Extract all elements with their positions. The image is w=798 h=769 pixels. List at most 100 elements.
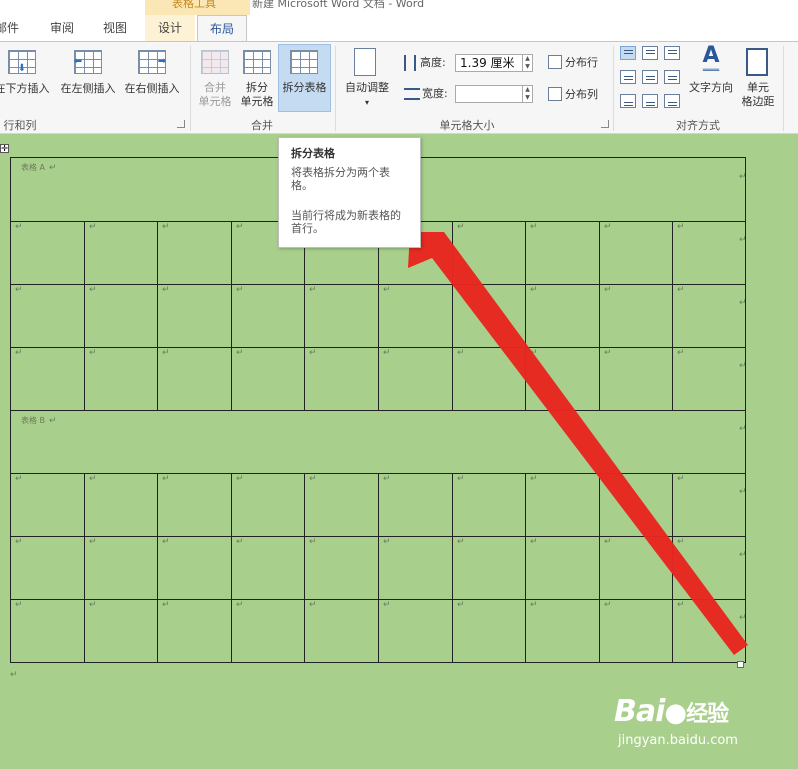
tab-layout[interactable]: 布局	[197, 15, 247, 41]
table-cell[interactable]: ↵	[304, 473, 379, 537]
table-move-handle-icon[interactable]: ✛	[0, 144, 9, 153]
cell-end-mark: ↵	[383, 474, 391, 484]
insert-left-button[interactable]: 在左侧插入	[56, 82, 120, 96]
table-cell[interactable]: ↵	[84, 347, 158, 411]
table-cell[interactable]: ↵	[84, 284, 158, 348]
table-cell[interactable]: ↵	[672, 536, 746, 600]
width-spinner[interactable]: ▲ ▼	[523, 85, 533, 103]
table-cell[interactable]: ↵	[672, 473, 746, 537]
table-cell[interactable]: ↵	[157, 536, 232, 600]
table-cell[interactable]: ↵	[304, 284, 379, 348]
align-bottom-center-icon[interactable]	[642, 94, 658, 108]
tab-mailings[interactable]: 邮件	[0, 15, 22, 41]
table-cell[interactable]: ↵	[378, 347, 453, 411]
table-cell[interactable]: ↵	[10, 221, 85, 285]
cell-end-mark: ↵	[236, 222, 244, 232]
align-middle-left-icon[interactable]	[620, 70, 636, 84]
table-resize-handle[interactable]	[737, 661, 744, 668]
table-cell[interactable]: ↵	[304, 599, 379, 663]
cell-size-launcher-icon[interactable]	[601, 120, 609, 128]
split-cells-button[interactable]: 拆分 单元格	[237, 81, 277, 109]
table-cell[interactable]: ↵	[378, 536, 453, 600]
height-spinner[interactable]: ▲ ▼	[523, 54, 533, 72]
table-cell[interactable]: ↵	[672, 221, 746, 285]
table-cell[interactable]: ↵	[452, 473, 526, 537]
table-cell[interactable]: ↵	[525, 599, 600, 663]
table-cell[interactable]: ↵	[452, 284, 526, 348]
table-cell[interactable]: ↵	[304, 536, 379, 600]
merge-cells-button[interactable]: 合并 单元格	[195, 81, 235, 109]
table-cell[interactable]: ↵	[378, 473, 453, 537]
table-cell[interactable]: ↵	[231, 284, 305, 348]
table-cell[interactable]: ↵	[525, 536, 600, 600]
col-width-icon	[404, 88, 420, 100]
table-cell[interactable]: ↵	[452, 347, 526, 411]
align-top-right-icon[interactable]	[664, 46, 680, 60]
tab-view[interactable]: 视图	[94, 15, 136, 41]
split-table-tooltip: 拆分表格 将表格拆分为两个表 格。 当前行将成为新表格的 首行。	[278, 137, 421, 248]
table-cell[interactable]: ↵	[84, 536, 158, 600]
align-top-center-icon[interactable]	[642, 46, 658, 60]
cell-end-mark: ↵	[604, 222, 612, 232]
split-cells-label-2: 单元格	[240, 95, 274, 108]
table-cell[interactable]: ↵	[231, 347, 305, 411]
table-cell[interactable]: ↵	[452, 221, 526, 285]
insert-right-button[interactable]: 在右侧插入	[120, 82, 184, 96]
table-cell[interactable]: ↵	[157, 473, 232, 537]
table-cell[interactable]: ↵	[231, 536, 305, 600]
table-cell[interactable]: ↵	[84, 221, 158, 285]
table-cell[interactable]: ↵	[10, 284, 85, 348]
table-cell[interactable]: ↵	[525, 347, 600, 411]
distribute-cols-button[interactable]: 分布列	[565, 88, 605, 102]
table-cell[interactable]: ↵	[599, 473, 673, 537]
cell-margins-button[interactable]: 单元 格边距	[737, 81, 779, 109]
table-cell[interactable]: ↵	[157, 221, 232, 285]
distribute-rows-button[interactable]: 分布行	[565, 56, 605, 70]
table-cell[interactable]: ↵	[452, 599, 526, 663]
table-cell[interactable]: ↵	[304, 347, 379, 411]
align-top-left-icon[interactable]	[620, 46, 636, 60]
table-cell[interactable]: ↵	[157, 599, 232, 663]
table-cell[interactable]: ↵	[84, 599, 158, 663]
table-cell[interactable]: ↵	[10, 473, 85, 537]
table-cell[interactable]: ↵	[452, 536, 526, 600]
table-cell[interactable]: ↵	[599, 599, 673, 663]
table-cell[interactable]: ↵	[599, 284, 673, 348]
text-direction-button[interactable]: 文字方向	[684, 81, 738, 95]
align-bottom-left-icon[interactable]	[620, 94, 636, 108]
table-cell[interactable]: ↵	[599, 221, 673, 285]
table-cell[interactable]: ↵	[672, 599, 746, 663]
table-cell[interactable]: ↵	[231, 599, 305, 663]
table-cell[interactable]: ↵	[10, 347, 85, 411]
align-middle-right-icon[interactable]	[664, 70, 680, 84]
height-input[interactable]: 1.39 厘米	[455, 54, 523, 72]
tab-design[interactable]: 设计	[145, 15, 195, 41]
autofit-button[interactable]: 自动调整	[338, 81, 396, 95]
table-b-heading-cell[interactable]: 表格 B ↵	[10, 410, 746, 474]
table-cell[interactable]: ↵	[599, 536, 673, 600]
table-cell[interactable]: ↵	[672, 284, 746, 348]
table-cell[interactable]: ↵	[157, 347, 232, 411]
align-bottom-right-icon[interactable]	[664, 94, 680, 108]
table-cell[interactable]: ↵	[378, 599, 453, 663]
table-cell[interactable]: ↵	[231, 473, 305, 537]
align-middle-center-icon[interactable]	[642, 70, 658, 84]
table-cell[interactable]: ↵	[378, 284, 453, 348]
table-cell[interactable]: ↵	[10, 599, 85, 663]
distribute-cols-icon	[548, 87, 562, 101]
tooltip-desc-line-2: 格。	[291, 179, 313, 192]
width-input[interactable]	[455, 85, 523, 103]
insert-below-button[interactable]: 在下方插入	[0, 82, 52, 96]
table-cell[interactable]: ↵	[157, 284, 232, 348]
table-cell[interactable]: ↵	[525, 473, 600, 537]
table-cell[interactable]: ↵	[10, 536, 85, 600]
table-cell[interactable]: ↵	[599, 347, 673, 411]
table-cell[interactable]: ↵	[672, 347, 746, 411]
cell-end-mark: ↵	[89, 348, 97, 358]
rows-cols-launcher-icon[interactable]	[177, 120, 185, 128]
table-cell[interactable]: ↵	[84, 473, 158, 537]
table-cell[interactable]: ↵	[525, 284, 600, 348]
cell-margins-label-2: 格边距	[741, 95, 775, 108]
tab-review[interactable]: 审阅	[42, 15, 82, 41]
table-cell[interactable]: ↵	[525, 221, 600, 285]
